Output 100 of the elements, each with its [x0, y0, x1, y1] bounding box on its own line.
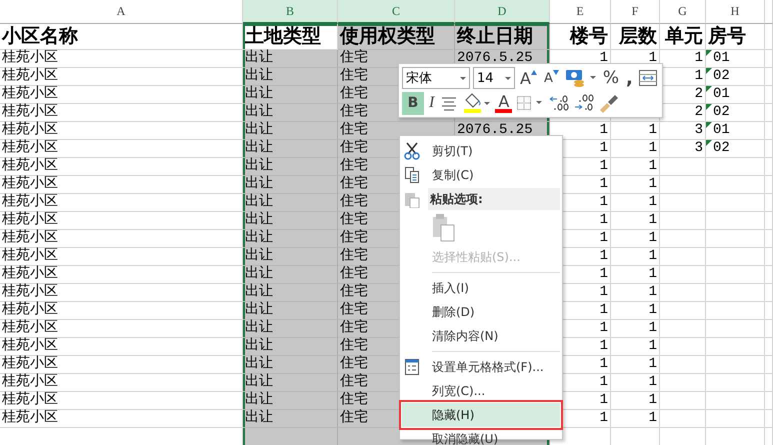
- font-color-button[interactable]: A: [495, 93, 512, 113]
- table-cell: 桂苑小区: [0, 374, 243, 392]
- error-indicator-icon: [706, 68, 712, 74]
- table-cell: [660, 284, 706, 302]
- scissors-icon: [404, 142, 420, 160]
- table-cell: 出让: [243, 266, 338, 284]
- table-cell: 桂苑小区: [0, 302, 243, 320]
- table-cell: [660, 356, 706, 374]
- table-cell: 桂苑小区: [0, 212, 243, 230]
- grow-font-button[interactable]: A: [518, 66, 539, 90]
- cell-text: 01: [713, 50, 730, 67]
- error-indicator-icon: [706, 86, 712, 92]
- table-cell: [660, 410, 706, 428]
- table-cell: 出让: [243, 302, 338, 320]
- header-cell: 房号: [706, 24, 765, 50]
- bold-button[interactable]: B: [402, 92, 424, 114]
- table-cell: 1: [611, 194, 660, 212]
- table-cell: 1: [611, 122, 660, 140]
- copy-icon: [404, 166, 420, 184]
- table-cell: [660, 176, 706, 194]
- table-cell: 1: [611, 158, 660, 176]
- fill-color-icon[interactable]: [462, 92, 492, 114]
- clipboard-icon: [404, 190, 420, 208]
- table-cell: 1: [611, 212, 660, 230]
- percent-button[interactable]: %: [600, 66, 622, 90]
- format-cells-icon: [404, 358, 420, 376]
- table-cell: 桂苑小区: [0, 230, 243, 248]
- column-header[interactable]: H: [706, 0, 765, 24]
- merge-cells-icon[interactable]: [638, 69, 658, 87]
- table-cell: 桂苑小区: [0, 176, 243, 194]
- header-cell: 层数: [611, 24, 660, 50]
- table-cell: 1: [611, 230, 660, 248]
- table-cell: [660, 320, 706, 338]
- table-cell: 出让: [243, 176, 338, 194]
- table-cell: 3: [660, 122, 706, 140]
- table-cell: [660, 302, 706, 320]
- table-cell: 桂苑小区: [0, 410, 243, 428]
- table-cell: 出让: [243, 50, 338, 68]
- shrink-font-button[interactable]: A: [542, 66, 561, 90]
- table-cell: 1: [611, 356, 660, 374]
- cell-text: 02: [713, 68, 730, 85]
- error-indicator-icon: [706, 140, 712, 146]
- table-cell: 1: [611, 392, 660, 410]
- table-cell: 桂苑小区: [0, 86, 243, 104]
- column-header[interactable]: B: [243, 0, 338, 24]
- coins-icon[interactable]: [564, 67, 598, 89]
- table-cell: 桂苑小区: [0, 140, 243, 158]
- table-cell: 出让: [243, 356, 338, 374]
- column-header[interactable]: A: [0, 0, 243, 24]
- table-cell: 出让: [243, 86, 338, 104]
- up-triangle-icon: [530, 70, 537, 74]
- table-cell: [660, 392, 706, 410]
- cell-text: 01: [713, 122, 730, 139]
- table-cell: [660, 248, 706, 266]
- table-cell: [660, 212, 706, 230]
- table-cell: 1: [611, 410, 660, 428]
- column-header[interactable]: G: [660, 0, 706, 24]
- table-cell: [660, 230, 706, 248]
- column-header[interactable]: F: [611, 0, 660, 24]
- cell-text: 02: [713, 104, 730, 121]
- header-cell: [765, 24, 773, 50]
- error-indicator-icon: [706, 50, 712, 56]
- table-cell: [660, 194, 706, 212]
- table-cell: 出让: [243, 104, 338, 122]
- table-cell: 桂苑小区: [0, 338, 243, 356]
- header-cell: 终止日期: [455, 24, 550, 50]
- header-cell: 楼号: [550, 24, 611, 50]
- table-cell: 出让: [243, 158, 338, 176]
- font-size-field[interactable]: 14: [473, 67, 515, 89]
- table-cell: 桂苑小区: [0, 284, 243, 302]
- menu-item[interactable]: 隐藏(H): [402, 403, 560, 427]
- table-cell: 桂苑小区: [0, 392, 243, 410]
- header-cell: 小区名称: [0, 24, 243, 50]
- table-cell: 出让: [243, 194, 338, 212]
- menu-item[interactable]: 取消隐藏(U): [402, 427, 560, 445]
- table-cell: 出让: [243, 122, 338, 140]
- column-header[interactable]: D: [455, 0, 550, 24]
- font-name-field[interactable]: 宋体: [402, 67, 470, 89]
- decrease-decimal-icon[interactable]: [573, 93, 596, 113]
- table-cell: 1: [611, 248, 660, 266]
- table-cell: 1: [611, 302, 660, 320]
- table-cell: 1: [611, 320, 660, 338]
- table-cell: 1: [611, 338, 660, 356]
- comma-button[interactable]: ,: [624, 66, 635, 90]
- table-cell: 出让: [243, 374, 338, 392]
- paintbrush-icon[interactable]: [598, 93, 620, 113]
- table-cell: 桂苑小区: [0, 104, 243, 122]
- table-cell: [660, 158, 706, 176]
- table-cell: 桂苑小区: [0, 356, 243, 374]
- column-header[interactable]: E: [550, 0, 611, 24]
- header-cell: 土地类型: [243, 24, 338, 50]
- table-cell: 1: [611, 176, 660, 194]
- table-cell: 出让: [243, 284, 338, 302]
- table-cell: 桂苑小区: [0, 122, 243, 140]
- table-cell: 出让: [243, 230, 338, 248]
- column-header[interactable]: C: [338, 0, 455, 24]
- table-cell: 1: [611, 284, 660, 302]
- cell-text: 01: [713, 86, 730, 103]
- increase-decimal-icon[interactable]: [548, 93, 570, 113]
- table-cell: 1: [611, 374, 660, 392]
